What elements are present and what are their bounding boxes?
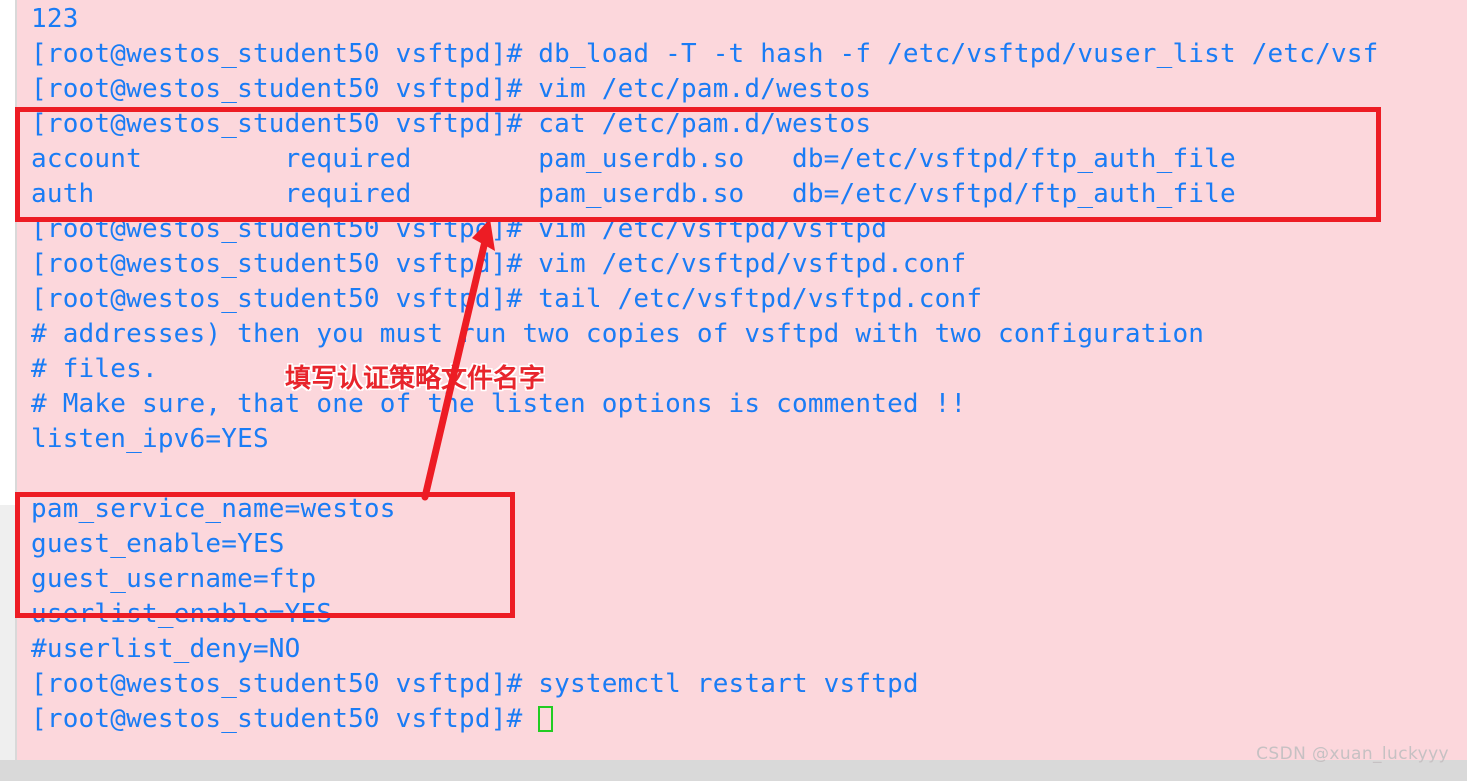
terminal-line: # Make sure, that one of the listen opti… — [31, 389, 967, 419]
terminal-line: [root@westos_student50 vsftpd]# tail /et… — [31, 284, 983, 314]
annotation-note-text: 填写认证策略文件名字 — [285, 364, 546, 394]
terminal-line: [root@westos_student50 vsftpd]# vim /etc… — [31, 214, 888, 244]
terminal-line: #userlist_deny=NO — [31, 634, 301, 664]
terminal-line: [root@westos_student50 vsftpd]# db_load … — [31, 39, 1379, 69]
terminal-line: [root@westos_student50 vsftpd]# vim /etc… — [31, 249, 967, 279]
terminal-line: # addresses) then you must run two copie… — [31, 319, 1205, 349]
terminal-output: 123 [root@westos_student50 vsftpd]# db_l… — [31, 2, 1467, 737]
terminal-line: pam_service_name=westos — [31, 494, 396, 524]
terminal-line: [root@westos_student50 vsftpd]# systemct… — [31, 669, 919, 699]
terminal-line: 123 — [31, 4, 79, 34]
terminal-line: listen_ipv6=YES — [31, 424, 269, 454]
terminal-pane[interactable]: 123 [root@westos_student50 vsftpd]# db_l… — [15, 0, 1467, 760]
csdn-watermark: CSDN @xuan_luckyyy — [1256, 744, 1449, 764]
terminal-prompt-line: [root@westos_student50 vsftpd]# — [31, 702, 1467, 737]
terminal-line: userlist_enable=YES — [31, 599, 333, 629]
left-gutter — [0, 0, 16, 781]
terminal-line: auth required pam_userdb.so db=/etc/vsft… — [31, 179, 1236, 209]
terminal-line: guest_username=ftp — [31, 564, 317, 594]
terminal-line: # files. — [31, 354, 158, 384]
shell-prompt: [root@westos_student50 vsftpd]# — [31, 704, 539, 734]
bottom-strip — [0, 760, 1467, 781]
vertical-scrollbar-track[interactable] — [0, 505, 16, 781]
text-cursor — [538, 706, 554, 732]
terminal-line: [root@westos_student50 vsftpd]# vim /etc… — [31, 74, 872, 104]
terminal-line: [root@westos_student50 vsftpd]# cat /etc… — [31, 109, 872, 139]
terminal-line: guest_enable=YES — [31, 529, 285, 559]
screenshot-root: 123 [root@westos_student50 vsftpd]# db_l… — [0, 0, 1467, 781]
terminal-line: account required pam_userdb.so db=/etc/v… — [31, 144, 1236, 174]
